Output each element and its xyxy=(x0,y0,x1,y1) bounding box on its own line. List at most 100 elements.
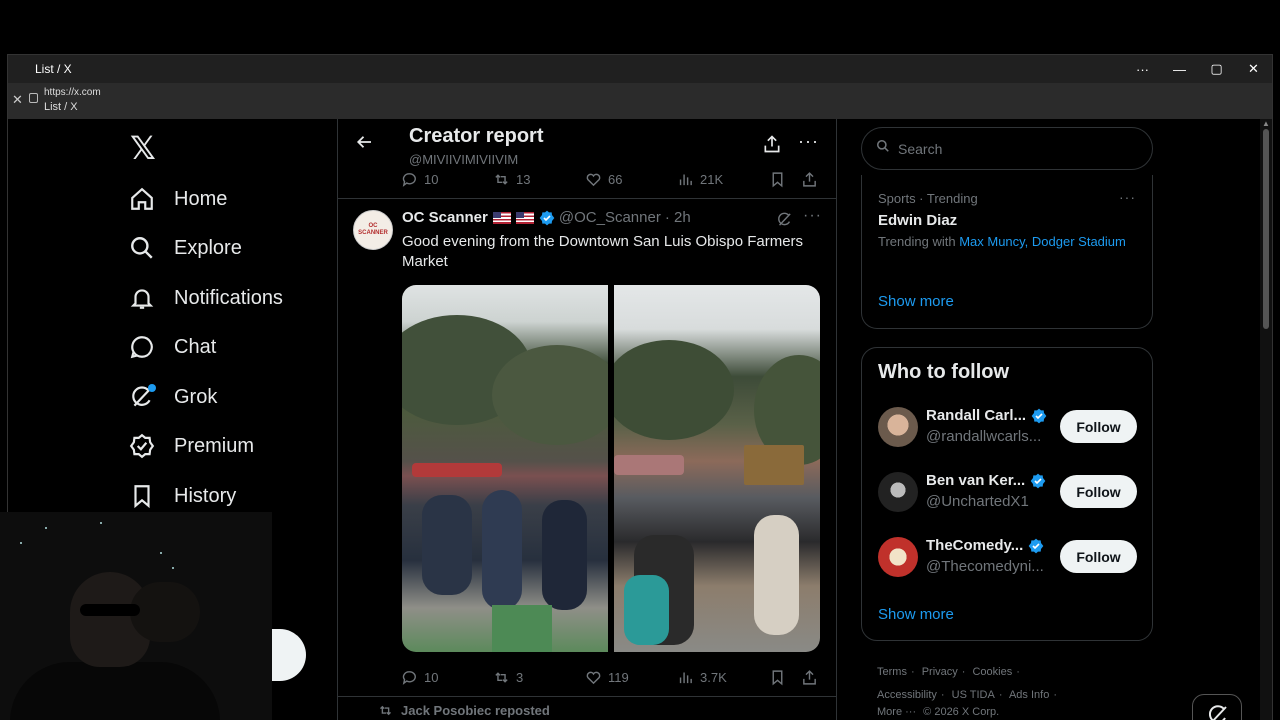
webcam-overlay xyxy=(0,512,272,720)
suggestion-name[interactable]: Ben van Ker... xyxy=(926,472,1046,489)
back-arrow-icon[interactable] xyxy=(356,133,374,156)
footer-link-us-tida[interactable]: US TIDA xyxy=(952,689,995,701)
like-button[interactable]: 119 xyxy=(585,669,677,686)
bike-lane-shape xyxy=(492,605,552,652)
show-more-link[interactable]: Show more xyxy=(878,293,954,310)
share-button[interactable] xyxy=(801,171,818,188)
notification-dot xyxy=(148,384,156,392)
like-count: 119 xyxy=(608,669,629,685)
avatar[interactable] xyxy=(878,407,918,447)
follow-suggestion[interactable]: Randall Carl... @randallwcarls... Follow xyxy=(878,407,1140,451)
footer-link-privacy[interactable]: Privacy xyxy=(922,666,958,678)
address-bar: ✕ https://x.com List / X xyxy=(8,83,1272,119)
sidebar-item-explore[interactable]: Explore xyxy=(128,228,242,268)
sidebar-item-history[interactable]: History xyxy=(128,476,236,516)
show-more-link[interactable]: Show more xyxy=(878,606,954,623)
repost-count: 13 xyxy=(516,171,531,187)
reply-button[interactable]: 10 xyxy=(401,171,493,188)
avatar[interactable] xyxy=(878,472,918,512)
bookmark-button[interactable] xyxy=(769,171,801,188)
trend-related-links[interactable]: Max Muncy, Dodger Stadium xyxy=(959,234,1126,249)
avatar[interactable]: OC SCANNER xyxy=(353,210,393,250)
sidebar-item-premium[interactable]: Premium xyxy=(128,426,254,466)
bookmark-button[interactable] xyxy=(769,669,801,686)
more-options-icon[interactable]: ··· xyxy=(798,131,819,152)
footer-link-terms[interactable]: Terms xyxy=(877,666,907,678)
grok-icon[interactable] xyxy=(776,211,793,233)
grok-icon xyxy=(1208,705,1227,720)
tweet-actions: 10 13 66 21K xyxy=(401,169,821,189)
close-icon[interactable]: ✕ xyxy=(1235,55,1272,83)
views-button[interactable]: 21K xyxy=(677,171,769,188)
share-icon[interactable] xyxy=(762,134,782,159)
who-to-follow-card: Who to follow Randall Carl... @randallwc… xyxy=(861,347,1153,641)
follow-suggestion[interactable]: TheComedy... @Thecomedyni... Follow xyxy=(878,537,1140,581)
repost-icon xyxy=(495,173,508,185)
tweet-time[interactable]: · 2h xyxy=(665,209,691,226)
window-controls: ··· — ▢ ✕ xyxy=(1124,55,1272,83)
trend-more-icon[interactable]: ··· xyxy=(1119,189,1136,205)
tweet-photo[interactable] xyxy=(614,285,820,652)
sidebar-item-home[interactable]: Home xyxy=(128,179,227,219)
suggestion-handle: @Thecomedyni... xyxy=(926,558,1044,575)
repost-indicator[interactable]: Jack Posobiec reposted xyxy=(378,703,550,718)
grok-float-button[interactable] xyxy=(1192,694,1242,720)
sunglasses-shape xyxy=(80,604,140,616)
tree-shape xyxy=(614,340,734,440)
sidebar-item-grok[interactable]: Grok xyxy=(128,377,217,417)
trend-name[interactable]: Edwin Diaz xyxy=(878,212,957,229)
maximize-icon[interactable]: ▢ xyxy=(1198,55,1235,83)
suggestion-handle: @randallwcarls... xyxy=(926,428,1042,445)
person-arm-shape xyxy=(130,582,200,642)
scrollbar-thumb[interactable] xyxy=(1263,129,1269,329)
more-icon[interactable]: ··· xyxy=(1124,55,1161,83)
repost-button[interactable]: 13 xyxy=(493,171,585,188)
like-button[interactable]: 66 xyxy=(585,171,677,188)
tweet-photo[interactable] xyxy=(402,285,608,652)
heart-icon xyxy=(586,671,601,684)
chat-icon xyxy=(128,333,156,361)
page-title-text: List / X xyxy=(44,101,78,113)
tweet-author-name[interactable]: OC Scanner xyxy=(402,209,488,226)
reply-button[interactable]: 10 xyxy=(401,669,493,686)
bookmark-icon xyxy=(772,669,783,685)
tweet-author-handle[interactable]: @OC_Scanner xyxy=(559,209,661,226)
follow-button[interactable]: Follow xyxy=(1060,540,1137,573)
bell-icon xyxy=(128,284,156,312)
footer-link-ads-info[interactable]: Ads Info xyxy=(1009,689,1049,701)
minimize-icon[interactable]: — xyxy=(1161,55,1198,83)
sidebar-item-notifications[interactable]: Notifications xyxy=(128,278,283,318)
share-button[interactable] xyxy=(801,669,818,686)
scrollbar[interactable]: ▲ xyxy=(1260,119,1272,720)
avatar[interactable] xyxy=(878,537,918,577)
footer-links: Terms · Privacy · Cookies · Accessibility · … xyxy=(877,666,1057,718)
scroll-up-icon[interactable]: ▲ xyxy=(1262,119,1270,128)
tweet-actions: 10 3 119 3.7K xyxy=(401,667,821,687)
follow-button[interactable]: Follow xyxy=(1060,410,1137,443)
sidebar-item-chat[interactable]: Chat xyxy=(128,327,216,367)
verified-badge-icon xyxy=(1030,473,1046,489)
repost-button[interactable]: 3 xyxy=(493,669,585,686)
divider xyxy=(338,696,836,697)
x-logo-icon[interactable]: 𝕏 xyxy=(130,129,156,167)
bookmark-icon xyxy=(128,482,156,510)
url-text[interactable]: https://x.com xyxy=(44,87,101,98)
repost-label: Jack Posobiec reposted xyxy=(401,703,550,718)
search-input[interactable]: Search xyxy=(861,127,1153,170)
repost-count: 3 xyxy=(516,669,524,685)
follow-suggestion[interactable]: Ben van Ker... @UnchartedX1 Follow xyxy=(878,472,1140,516)
suggestion-name[interactable]: TheComedy... xyxy=(926,537,1044,554)
reply-count: 10 xyxy=(424,669,439,685)
sidebar-item-label: Premium xyxy=(174,434,255,457)
sidebar-item-label: Explore xyxy=(174,236,242,259)
views-button[interactable]: 3.7K xyxy=(677,669,769,686)
footer-link-more[interactable]: More ··· xyxy=(877,706,916,718)
trend-with-prefix: Trending with xyxy=(878,234,956,249)
repost-icon xyxy=(495,671,508,683)
tweet-more-icon[interactable]: ··· xyxy=(803,207,822,225)
follow-button[interactable]: Follow xyxy=(1060,475,1137,508)
footer-link-accessibility[interactable]: Accessibility xyxy=(877,689,937,701)
stop-icon[interactable]: ✕ xyxy=(12,92,23,108)
footer-link-cookies[interactable]: Cookies xyxy=(972,666,1012,678)
suggestion-name[interactable]: Randall Carl... xyxy=(926,407,1047,424)
